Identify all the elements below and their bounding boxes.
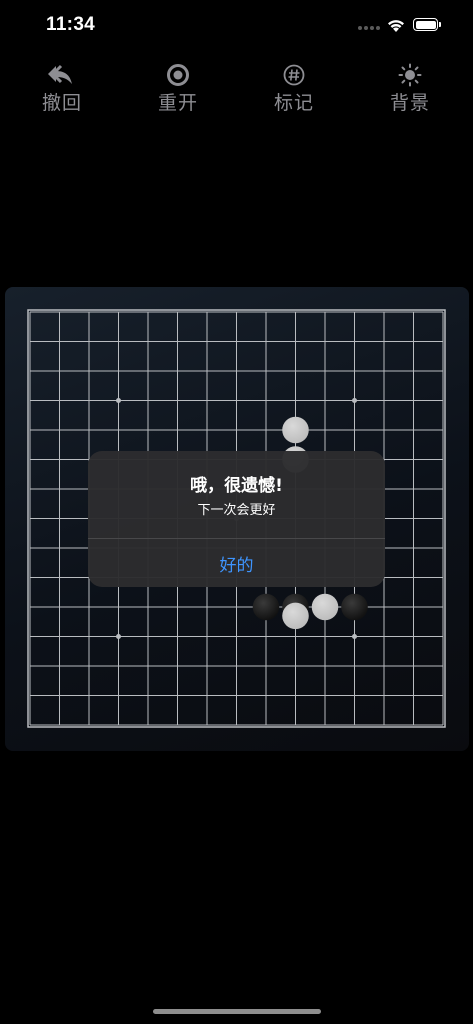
mark-label: 标记 xyxy=(273,92,314,114)
game-over-alert: 哦，很遗憾! 下一次会更好 好的 xyxy=(88,451,385,587)
star-point xyxy=(116,398,121,403)
game-screen: 11:34 撤回 重开 标记 背景 哦，很遗憾! 下一次会更好 好的 xyxy=(0,0,473,1024)
number-sign-icon xyxy=(283,62,305,88)
white-stone xyxy=(282,416,309,444)
restart-icon xyxy=(167,62,189,88)
alert-title: 哦，很遗憾! xyxy=(190,476,283,496)
restart-label: 重开 xyxy=(157,92,198,114)
mark-button[interactable]: 标记 xyxy=(249,62,339,118)
white-stone xyxy=(311,593,339,621)
toolbar: 撤回 重开 标记 背景 xyxy=(0,62,473,120)
restart-button[interactable]: 重开 xyxy=(133,62,223,118)
cellular-signal-icon xyxy=(358,24,382,32)
background-button[interactable]: 背景 xyxy=(365,62,455,118)
black-stone xyxy=(252,593,280,621)
star-point xyxy=(352,634,357,639)
home-indicator[interactable] xyxy=(153,1009,321,1014)
background-label: 背景 xyxy=(389,92,430,114)
sun-icon xyxy=(398,62,422,88)
wifi-icon xyxy=(388,20,404,32)
status-time: 11:34 xyxy=(46,14,96,35)
black-stone xyxy=(341,593,368,621)
alert-message: 下一次会更好 xyxy=(197,503,276,518)
undo-label: 撤回 xyxy=(41,92,82,114)
white-stone xyxy=(282,602,309,630)
ok-button[interactable]: 好的 xyxy=(88,539,385,587)
battery-icon xyxy=(413,18,441,31)
undo-icon xyxy=(47,62,77,88)
star-point xyxy=(352,398,357,403)
undo-button[interactable]: 撤回 xyxy=(17,62,107,118)
star-point xyxy=(116,634,121,639)
status-bar: 11:34 xyxy=(0,0,473,54)
